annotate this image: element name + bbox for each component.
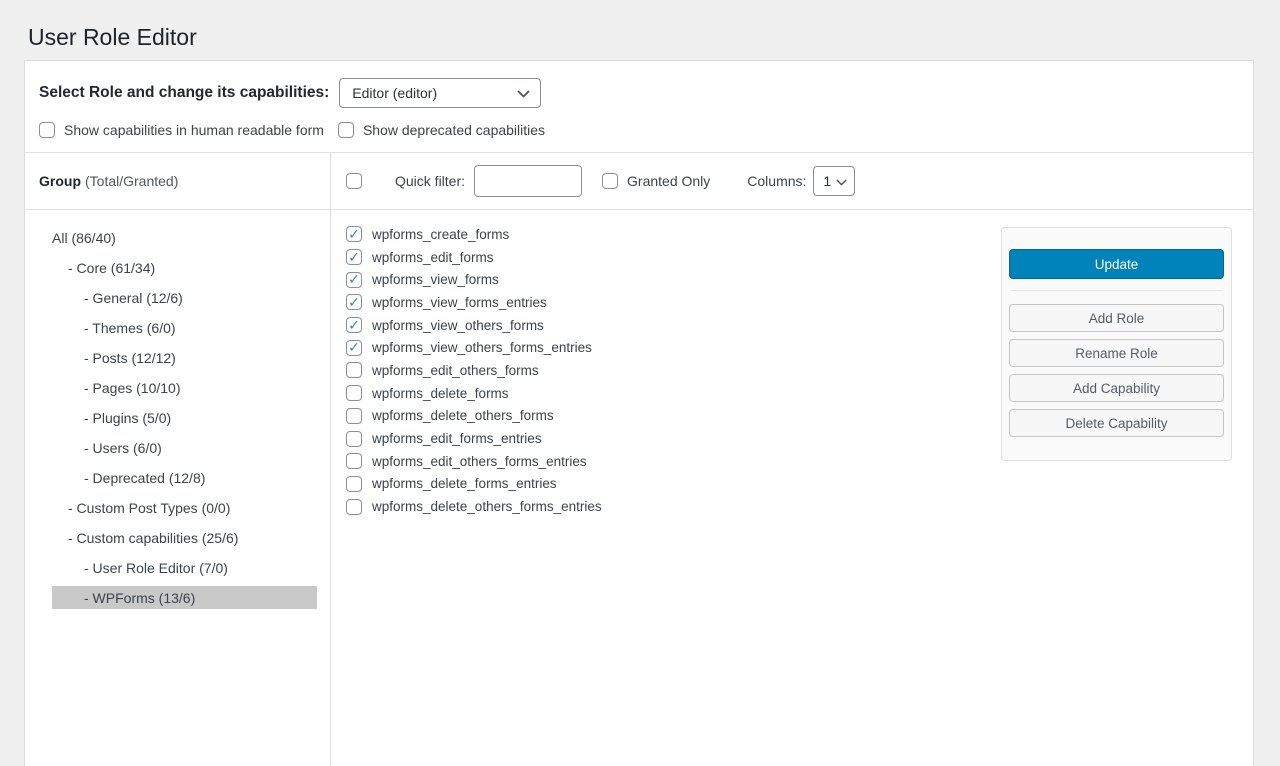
- capability-row: wpforms_view_forms_entries: [346, 291, 1001, 314]
- capability-checkbox[interactable]: [346, 499, 362, 515]
- capability-row: wpforms_edit_others_forms_entries: [346, 450, 1001, 473]
- columns-select[interactable]: 1: [813, 166, 855, 196]
- role-select-value: Editor (editor): [352, 85, 437, 101]
- capability-row: wpforms_edit_others_forms: [346, 359, 1001, 382]
- capability-checkbox[interactable]: [346, 340, 362, 356]
- capability-row: wpforms_edit_forms_entries: [346, 427, 1001, 450]
- group-item-general[interactable]: - General (12/6): [52, 286, 317, 309]
- groups-sidebar: Group (Total/Granted) All (86/40) - Core…: [25, 153, 331, 766]
- show-deprecated-checkbox[interactable]: [338, 122, 354, 138]
- capability-checkbox[interactable]: [346, 272, 362, 288]
- group-item-plugins[interactable]: - Plugins (5/0): [52, 406, 317, 429]
- capability-row: wpforms_create_forms: [346, 223, 1001, 246]
- show-deprecated-option[interactable]: Show deprecated capabilities: [338, 122, 545, 138]
- capability-label: wpforms_view_others_forms: [372, 318, 544, 333]
- quick-filter-input[interactable]: [474, 165, 582, 197]
- capability-label: wpforms_view_forms_entries: [372, 295, 547, 310]
- capabilities-list: wpforms_create_forms wpforms_edit_forms …: [346, 223, 1001, 518]
- group-item-posts[interactable]: - Posts (12/12): [52, 346, 317, 369]
- capability-label: wpforms_create_forms: [372, 227, 509, 242]
- delete-capability-button[interactable]: Delete Capability: [1009, 409, 1224, 437]
- group-item-deprecated[interactable]: - Deprecated (12/8): [52, 466, 317, 489]
- capability-label: wpforms_delete_forms_entries: [372, 476, 557, 491]
- page-title: User Role Editor: [0, 0, 1280, 60]
- capability-row: wpforms_delete_others_forms: [346, 405, 1001, 428]
- granted-only-label: Granted Only: [627, 173, 710, 189]
- groups-header: Group (Total/Granted): [25, 153, 330, 209]
- group-item-users[interactable]: - Users (6/0): [52, 436, 317, 459]
- capability-checkbox[interactable]: [346, 408, 362, 424]
- capability-checkbox[interactable]: [346, 249, 362, 265]
- capability-label: wpforms_view_forms: [372, 272, 499, 287]
- select-all-checkbox[interactable]: [346, 173, 362, 189]
- select-role-label: Select Role and change its capabilities:: [39, 84, 329, 102]
- chevron-down-icon: [836, 173, 847, 189]
- human-readable-label: Show capabilities in human readable form: [64, 122, 324, 138]
- capabilities-area: Quick filter: Granted Only Columns: 1 wp…: [331, 153, 1253, 766]
- capability-label: wpforms_edit_forms: [372, 250, 494, 265]
- add-capability-button[interactable]: Add Capability: [1009, 374, 1224, 402]
- update-button[interactable]: Update: [1009, 249, 1224, 279]
- capability-checkbox[interactable]: [346, 476, 362, 492]
- group-item-custom-capabilities[interactable]: - Custom capabilities (25/6): [52, 526, 317, 549]
- role-selection-section: Select Role and change its capabilities:…: [25, 61, 1253, 152]
- group-item-user-role-editor[interactable]: - User Role Editor (7/0): [52, 556, 317, 579]
- user-role-editor-panel: Select Role and change its capabilities:…: [24, 60, 1254, 766]
- group-item-all[interactable]: All (86/40): [52, 226, 317, 249]
- capability-label: wpforms_edit_others_forms: [372, 363, 539, 378]
- capability-row: wpforms_delete_others_forms_entries: [346, 495, 1001, 518]
- show-deprecated-label: Show deprecated capabilities: [363, 122, 545, 138]
- groups-tree: All (86/40) - Core (61/34) - General (12…: [25, 210, 330, 609]
- rename-role-button[interactable]: Rename Role: [1009, 339, 1224, 367]
- capability-checkbox[interactable]: [346, 317, 362, 333]
- capability-label: wpforms_edit_others_forms_entries: [372, 454, 587, 469]
- capability-checkbox[interactable]: [346, 226, 362, 242]
- actions-panel: Update Add Role Rename Role Add Capabili…: [1001, 227, 1232, 461]
- human-readable-option[interactable]: Show capabilities in human readable form: [39, 122, 324, 138]
- group-item-custom-post-types[interactable]: - Custom Post Types (0/0): [52, 496, 317, 519]
- capability-row: wpforms_edit_forms: [346, 246, 1001, 269]
- add-role-button[interactable]: Add Role: [1009, 304, 1224, 332]
- columns-select-value: 1: [823, 173, 831, 189]
- groups-header-subtitle: (Total/Granted): [85, 173, 178, 189]
- capability-checkbox[interactable]: [346, 294, 362, 310]
- filter-bar: Quick filter: Granted Only Columns: 1: [331, 153, 1253, 209]
- capability-label: wpforms_delete_forms: [372, 386, 509, 401]
- chevron-down-icon: [517, 85, 530, 101]
- group-item-themes[interactable]: - Themes (6/0): [52, 316, 317, 339]
- capability-row: wpforms_view_others_forms_entries: [346, 336, 1001, 359]
- granted-only-checkbox[interactable]: [602, 173, 618, 189]
- capability-checkbox[interactable]: [346, 431, 362, 447]
- actions-divider: [1011, 290, 1222, 291]
- quick-filter-label: Quick filter:: [395, 173, 465, 189]
- capability-row: wpforms_delete_forms: [346, 382, 1001, 405]
- groups-header-title: Group: [39, 173, 81, 189]
- capability-label: wpforms_edit_forms_entries: [372, 431, 542, 446]
- capability-row: wpforms_delete_forms_entries: [346, 473, 1001, 496]
- group-item-wpforms[interactable]: - WPForms (13/6): [52, 586, 317, 609]
- human-readable-checkbox[interactable]: [39, 122, 55, 138]
- capability-label: wpforms_view_others_forms_entries: [372, 340, 592, 355]
- capability-row: wpforms_view_forms: [346, 268, 1001, 291]
- columns-label: Columns:: [747, 173, 806, 189]
- group-item-core[interactable]: - Core (61/34): [52, 256, 317, 279]
- capability-checkbox[interactable]: [346, 362, 362, 378]
- group-item-pages[interactable]: - Pages (10/10): [52, 376, 317, 399]
- capability-checkbox[interactable]: [346, 385, 362, 401]
- capability-row: wpforms_view_others_forms: [346, 314, 1001, 337]
- capability-checkbox[interactable]: [346, 453, 362, 469]
- capability-label: wpforms_delete_others_forms_entries: [372, 499, 602, 514]
- role-select[interactable]: Editor (editor): [339, 78, 541, 108]
- capability-label: wpforms_delete_others_forms: [372, 408, 554, 423]
